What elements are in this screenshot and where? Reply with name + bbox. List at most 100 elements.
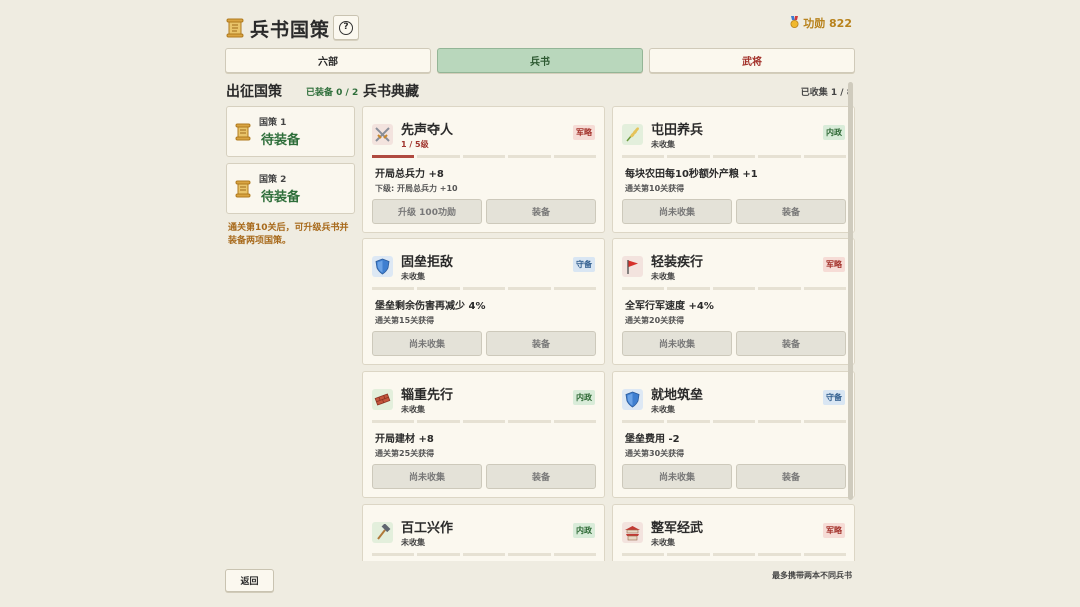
book-card[interactable]: 辎重先行 未收集 内政 开局建材 +8 通关第25关获得 尚未收集 装备 (362, 371, 605, 498)
level-segment (712, 553, 756, 556)
tab-bingshu[interactable]: 兵书 (437, 48, 643, 73)
book-effect: 堡垒费用 -2 (625, 434, 680, 445)
book-name: 先声夺人 (401, 123, 454, 138)
book-card[interactable]: 先声夺人 1 / 5级 军略 开局总兵力 +8 下级: 开局总兵力 +10 升级 100功… (362, 106, 605, 233)
level-segment (372, 420, 415, 423)
level-segment (462, 553, 506, 556)
category-badge: 守备 (823, 390, 845, 405)
book-requirement: 通关第25关获得 (375, 449, 435, 458)
book-name: 屯田养兵 (651, 123, 704, 138)
scroll-icon (235, 123, 251, 141)
category-badge: 内政 (573, 523, 595, 538)
category-badge: 守备 (573, 257, 595, 272)
hammer-icon (372, 522, 393, 543)
level-segment (622, 420, 665, 423)
book-requirement: 通关第30关获得 (625, 449, 685, 458)
grid-scrollbar[interactable] (848, 82, 853, 500)
tab-wujiang[interactable]: 武将 (649, 48, 855, 73)
level-segment (758, 155, 801, 158)
flag-icon (622, 256, 643, 277)
equip-button[interactable]: 装备 (486, 464, 596, 489)
not-collected-button[interactable]: 尚未收集 (622, 331, 732, 356)
level-segment (417, 420, 460, 423)
level-segment (553, 420, 597, 423)
book-effect: 每块农田每10秒额外产粮 +1 (625, 169, 758, 180)
collection-title: 兵书典藏 (363, 84, 419, 100)
book-card[interactable]: 固垒拒敌未收集 守备堡垒剩余伤害再减少 4% 通关第15关获得尚未收集 装备 (362, 238, 605, 365)
level-progress (372, 155, 597, 158)
level-progress (622, 553, 847, 556)
policy-slot-1[interactable]: 国策 1 待装备 (226, 106, 355, 157)
crossed-swords-icon (372, 124, 393, 145)
book-grid: 先声夺人 1 / 5级 军略 开局总兵力 +8 下级: 开局总兵力 +10 升级 100功… (362, 105, 856, 561)
question-icon: ? (339, 20, 353, 35)
policy-slot-2[interactable]: 国策 2 待装备 (226, 163, 355, 214)
book-name: 固垒拒敌 (401, 255, 454, 270)
book-card[interactable]: 轻装疾行 未收集 军略 全军行军速度 +4% 通关第20关获得 尚未收集 装备 (612, 238, 855, 365)
not-collected-button[interactable]: 尚未收集 (622, 199, 732, 224)
scroll-icon (226, 18, 244, 38)
equip-button[interactable]: 装备 (736, 331, 846, 356)
book-state: 未收集 (651, 140, 675, 149)
medal-icon (789, 15, 800, 31)
slot-value: 待装备 (261, 133, 301, 148)
level-segment (372, 155, 415, 158)
book-card[interactable]: 整军经武 未收集 军略 (612, 504, 855, 561)
level-progress (622, 420, 847, 423)
book-name: 就地筑垒 (651, 388, 704, 403)
level-segment (553, 287, 597, 290)
level-segment (803, 287, 847, 290)
collected-count: 已收集 1 / 8 (800, 88, 853, 98)
book-card[interactable]: 百工兴作 未收集 内政 (362, 504, 605, 561)
book-requirement: 通关第20关获得 (625, 316, 685, 325)
book-state: 未收集 (401, 272, 425, 281)
level-segment (712, 155, 756, 158)
book-effect: 堡垒剩余伤害再减少 4% (375, 301, 486, 312)
level-segment (667, 287, 710, 290)
not-collected-button[interactable]: 尚未收集 (372, 464, 482, 489)
level-progress (372, 287, 597, 290)
slot-label: 国策 1 (259, 118, 287, 128)
equip-button[interactable]: 装备 (736, 199, 846, 224)
book-state: 1 / 5级 (401, 140, 429, 149)
level-progress (372, 420, 597, 423)
slot-label: 国策 2 (259, 175, 287, 185)
level-segment (372, 287, 415, 290)
level-segment (712, 287, 756, 290)
level-segment (803, 155, 847, 158)
book-name: 辎重先行 (401, 388, 454, 403)
tab-liubu[interactable]: 六部 (225, 48, 431, 73)
category-badge: 军略 (573, 125, 595, 140)
equip-button[interactable]: 装备 (736, 464, 846, 489)
book-name: 整军经武 (651, 521, 704, 536)
level-segment (508, 420, 551, 423)
equip-button[interactable]: 装备 (486, 331, 596, 356)
book-card[interactable]: 屯田养兵 未收集 内政 每块农田每10秒额外产粮 +1 通关第10关获得 尚未收集 装备 (612, 106, 855, 233)
book-requirement: 通关第15关获得 (375, 316, 435, 325)
level-segment (417, 287, 460, 290)
book-effect: 开局总兵力 +8 (375, 169, 444, 180)
book-effect: 全军行军速度 +4% (625, 301, 714, 312)
not-collected-button[interactable]: 尚未收集 (622, 464, 732, 489)
level-segment (758, 553, 801, 556)
scroll-icon (235, 180, 251, 198)
not-collected-button[interactable]: 尚未收集 (372, 331, 482, 356)
shield-icon (372, 256, 393, 277)
category-badge: 军略 (823, 523, 845, 538)
help-button[interactable]: ? (333, 15, 359, 40)
equip-button[interactable]: 装备 (486, 199, 596, 224)
level-segment (417, 155, 460, 158)
book-requirement: 通关第10关获得 (625, 184, 685, 193)
level-segment (462, 155, 506, 158)
level-progress (372, 553, 597, 556)
upgrade-button[interactable]: 升级 100功勋 (372, 199, 482, 224)
book-card[interactable]: 就地筑垒 未收集 守备 堡垒费用 -2 通关第30关获得 尚未收集 装备 (612, 371, 855, 498)
slot-value: 待装备 (261, 190, 301, 205)
level-segment (667, 155, 710, 158)
level-segment (553, 155, 597, 158)
equipped-count: 已装备 0 / 2 (306, 88, 359, 98)
level-segment (622, 155, 665, 158)
level-segment (622, 553, 665, 556)
level-segment (803, 553, 847, 556)
back-button[interactable]: 返回 (225, 569, 274, 592)
